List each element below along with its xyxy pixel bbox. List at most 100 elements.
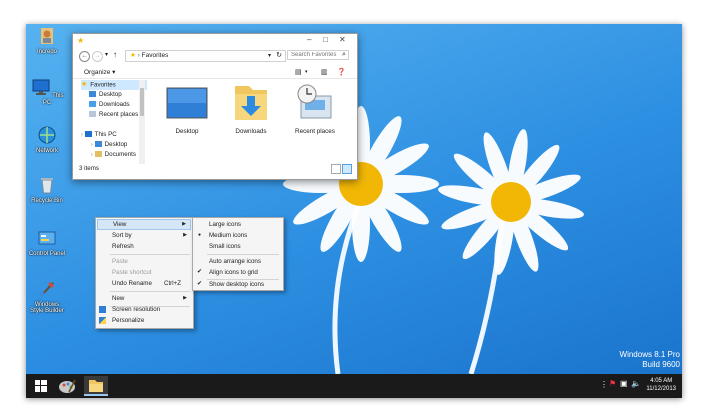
downloads-folder-icon — [235, 86, 267, 120]
preview-pane-icon[interactable]: ▥ — [321, 68, 328, 76]
taskbar-file-explorer[interactable] — [84, 376, 108, 396]
os-watermark: Windows 8.1 Pro Build 9600 — [620, 350, 680, 370]
address-dropdown-icon[interactable]: ▾ — [268, 51, 271, 61]
submenu-arrow-icon: ▶ — [182, 221, 186, 227]
scrollbar-thumb[interactable] — [140, 88, 144, 116]
screen: Incredo This PC Network Recycle Bin Cont… — [26, 24, 682, 398]
network-tray-icon[interactable]: ▣ — [620, 379, 628, 388]
nav-pane-scrollbar[interactable] — [139, 80, 145, 164]
desktop-icon-style-builder[interactable]: Windows Style Builder — [28, 280, 66, 315]
path-separator-icon: › — [137, 52, 140, 59]
close-button[interactable]: ✕ — [339, 35, 346, 44]
change-view-icon[interactable]: ▤ — [295, 68, 302, 76]
desktop-icon-recycle-bin[interactable]: Recycle Bin — [28, 176, 66, 204]
submenu-item-show-desktop-icons[interactable]: ✔ Show desktop icons — [194, 279, 281, 290]
desktop[interactable]: Incredo This PC Network Recycle Bin Cont… — [26, 24, 682, 374]
volume-icon[interactable]: 🔈 — [631, 379, 641, 388]
nav-item-pc-desktop[interactable]: › Desktop — [81, 140, 147, 150]
menu-separator — [207, 254, 279, 255]
watermark-edition: Windows 8.1 Pro — [619, 350, 680, 359]
address-path: Favorites — [141, 52, 169, 59]
watermark-build: Build 9600 — [642, 360, 680, 369]
menu-item-refresh[interactable]: Refresh — [97, 241, 191, 252]
desktop-folder-icon — [166, 87, 208, 119]
view-options-chevron-icon[interactable]: ▾ — [305, 69, 308, 75]
checkmark-icon: ✔ — [197, 281, 203, 287]
menu-separator — [110, 291, 190, 292]
view-submenu: Large icons ● Medium icons Small icons Au… — [192, 217, 284, 291]
submenu-item-align-to-grid[interactable]: ✔ Align icons to grid — [194, 267, 281, 278]
large-icons-view-button[interactable] — [342, 164, 352, 174]
address-bar[interactable]: ★ › Favorites ▾ ↻ — [125, 50, 286, 62]
address-row: ← → ▾ ↑ ★ › Favorites ▾ ↻ ⌕ — [77, 50, 351, 62]
computer-icon — [84, 131, 92, 138]
menu-separator — [110, 254, 190, 255]
start-button[interactable] — [30, 376, 52, 396]
search-input[interactable] — [287, 50, 349, 60]
nav-item-this-pc[interactable]: › This PC — [81, 130, 147, 140]
nav-item-desktop[interactable]: Desktop — [81, 90, 147, 100]
minimize-button[interactable]: – — [307, 35, 311, 44]
menu-item-new[interactable]: New ▶ — [97, 293, 191, 304]
favorites-star-icon: ★ — [77, 36, 85, 45]
desktop-icon-label: Network — [35, 147, 58, 154]
action-center-flag-icon[interactable]: ⚑ — [609, 379, 616, 388]
clock-date: 11/12/2013 — [646, 386, 676, 392]
menu-item-sort-by[interactable]: Sort by ▶ — [97, 230, 191, 241]
menu-item-paste-shortcut: Paste shortcut — [112, 269, 152, 276]
nav-item-documents[interactable]: › Documents — [81, 150, 147, 160]
expand-chevron-icon[interactable]: › — [81, 132, 83, 138]
control-panel-icon — [38, 231, 56, 245]
desktop-icon-incredo[interactable]: Incredo — [28, 27, 66, 55]
downloads-icon — [89, 101, 96, 108]
recent-places-icon — [89, 111, 96, 118]
menu-item-personalize[interactable]: Personalize — [97, 315, 191, 326]
submenu-item-auto-arrange[interactable]: Auto arrange icons — [194, 256, 281, 267]
maximize-button[interactable]: □ — [323, 35, 328, 44]
submenu-arrow-icon: ▶ — [183, 232, 187, 238]
nav-item-downloads[interactable]: Downloads — [81, 100, 147, 110]
taskbar[interactable]: ⋮ ⚑ ▣ 🔈 4:05 AM 11/12/2013 — [26, 374, 682, 398]
computer-icon — [32, 79, 50, 95]
desktop-icon-control-panel[interactable]: Control Panel — [28, 229, 66, 257]
explorer-window[interactable]: ★ – □ ✕ ← → ▾ ↑ ★ › Favorites ▾ ↻ ⌕ — [72, 33, 358, 180]
desktop-icon-label: Windows Style Builder — [30, 301, 64, 315]
menu-item-screen-resolution[interactable]: Screen resolution — [97, 304, 191, 315]
show-hidden-icons-icon[interactable]: ⋮ — [600, 380, 608, 389]
title-bar[interactable]: ★ – □ ✕ — [73, 34, 357, 46]
menu-item-view[interactable]: View ▶ — [97, 219, 191, 230]
navigation-pane[interactable]: ★ Favorites Desktop Downloads Recent plac… — [81, 80, 147, 164]
back-button[interactable]: ← — [79, 51, 90, 62]
folder-item-recent-places[interactable]: Recent places — [285, 84, 345, 135]
expand-chevron-icon[interactable]: › — [91, 152, 93, 158]
desktop-icon-this-pc[interactable]: This PC — [28, 78, 66, 106]
organize-menu[interactable]: Organize ▾ — [84, 68, 115, 76]
menu-item-undo-rename[interactable]: Undo Rename Ctrl+Z — [97, 278, 191, 289]
desktop-icon-label: Control Panel — [28, 250, 66, 257]
expand-chevron-icon[interactable]: › — [91, 142, 93, 148]
radio-bullet-icon: ● — [198, 232, 202, 238]
folder-item-desktop[interactable]: Desktop — [157, 84, 217, 135]
up-arrow-icon[interactable]: ↑ — [113, 50, 117, 59]
nav-item-recent-places[interactable]: Recent places — [81, 110, 147, 120]
windows-logo-icon — [35, 380, 47, 392]
menu-item-paste: Paste — [112, 258, 128, 265]
submenu-item-small-icons[interactable]: Small icons — [194, 241, 281, 252]
desktop-icon — [94, 141, 102, 148]
desktop-icon-network[interactable]: Network — [28, 126, 66, 154]
details-view-button[interactable] — [331, 164, 341, 174]
refresh-icon[interactable]: ↻ — [276, 51, 282, 61]
taskbar-style-builder[interactable] — [56, 376, 78, 396]
recent-places-folder-icon — [297, 84, 332, 119]
file-list[interactable]: Desktop Downloads Recent places — [155, 84, 355, 164]
recent-locations-chevron-icon[interactable]: ▾ — [105, 51, 108, 58]
submenu-item-medium-icons[interactable]: ● Medium icons — [194, 230, 281, 241]
taskbar-clock[interactable]: 4:05 AM 11/12/2013 — [646, 377, 676, 393]
forward-button[interactable]: → — [92, 51, 103, 62]
folder-item-label: Desktop — [175, 128, 199, 135]
help-icon[interactable]: ❓ — [337, 68, 346, 76]
folder-item-downloads[interactable]: Downloads — [221, 84, 281, 135]
submenu-item-large-icons[interactable]: Large icons — [194, 219, 281, 230]
nav-item-favorites[interactable]: ★ Favorites — [81, 80, 147, 90]
